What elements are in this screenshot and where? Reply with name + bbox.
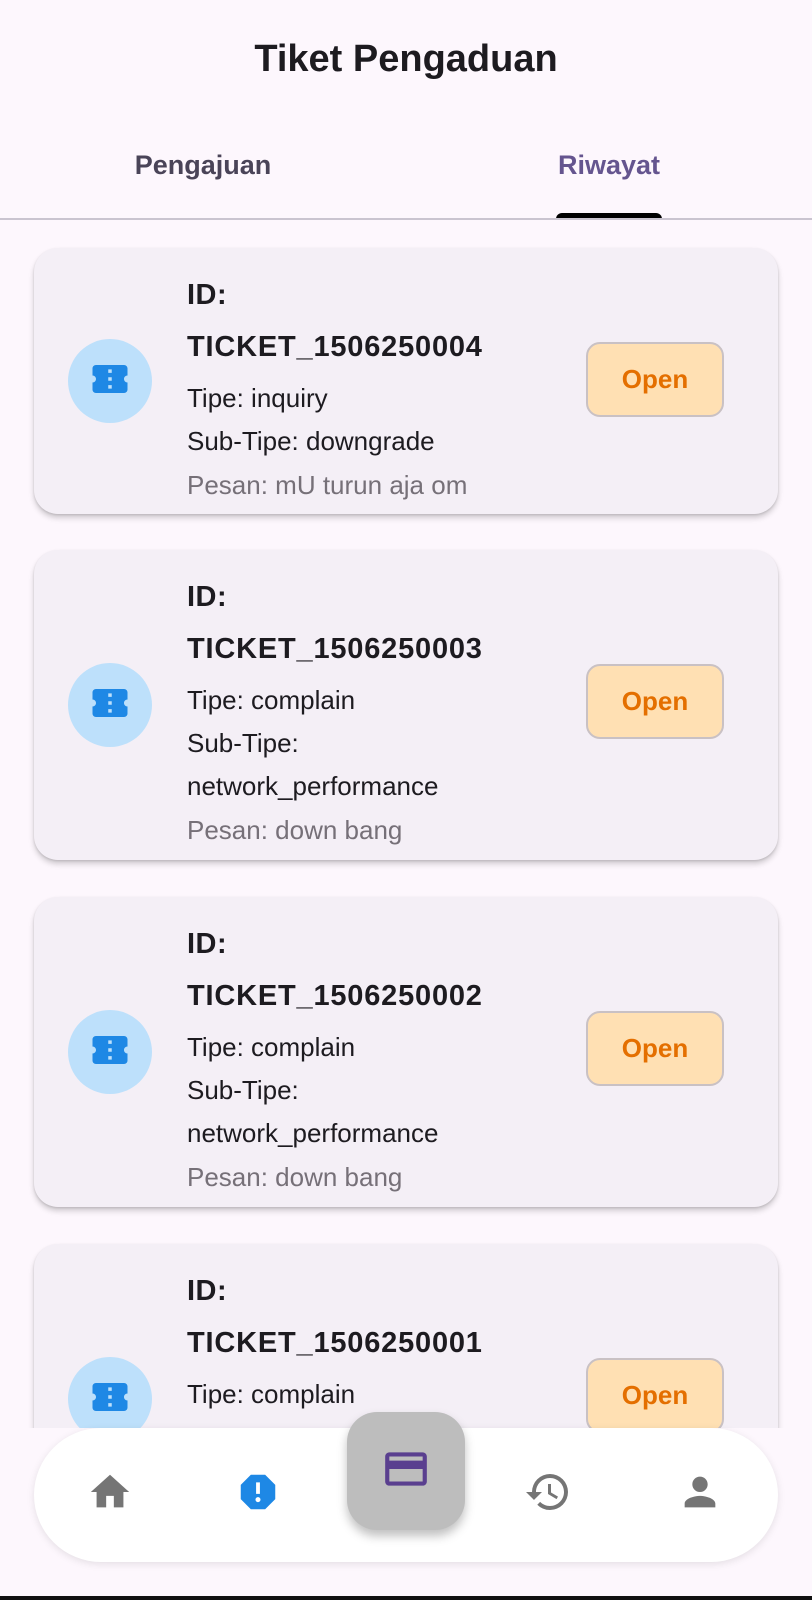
ticket-avatar: [68, 339, 152, 423]
ticket-id: TICKET_1506250003: [187, 633, 483, 665]
payment-fab-button[interactable]: [347, 1412, 465, 1530]
ticket-id: TICKET_1506250001: [187, 1327, 483, 1359]
ticket-type: Tipe: complain: [187, 1379, 356, 1409]
history-icon: [524, 1468, 572, 1521]
ticket-avatar: [68, 663, 152, 747]
ticket-avatar: [68, 1357, 152, 1428]
status-badge[interactable]: Open: [586, 664, 724, 739]
status-badge[interactable]: Open: [586, 1358, 724, 1428]
credit-card-icon: [381, 1444, 431, 1499]
ticket-card[interactable]: ID: TICKET_1506250004 Tipe: inquiry Sub-…: [34, 248, 778, 514]
report-icon: [235, 1469, 281, 1520]
person-icon: [677, 1469, 723, 1520]
ticket-id-label: ID:: [187, 928, 228, 960]
tab-pengajuan[interactable]: Pengajuan: [0, 150, 406, 181]
ticket-card[interactable]: ID: TICKET_1506250001 Tipe: complain Ope…: [34, 1244, 778, 1428]
ticket-subtype: Sub-Tipe:: [187, 1075, 299, 1105]
system-bar-divider: [0, 1596, 812, 1600]
ticket-icon: [89, 1029, 131, 1076]
ticket-list[interactable]: ID: TICKET_1506250004 Tipe: inquiry Sub-…: [0, 220, 812, 1428]
ticket-icon: [89, 358, 131, 405]
ticket-id-label: ID:: [187, 279, 228, 311]
ticket-icon: [89, 1376, 131, 1423]
ticket-type: Tipe: inquiry: [187, 383, 328, 413]
ticket-id: TICKET_1506250002: [187, 980, 483, 1012]
ticket-subtype: Sub-Tipe: downgrade: [187, 426, 435, 456]
ticket-type: Tipe: complain: [187, 685, 356, 715]
status-badge[interactable]: Open: [586, 342, 724, 417]
ticket-avatar: [68, 1010, 152, 1094]
ticket-id: TICKET_1506250004: [187, 331, 483, 363]
nav-history[interactable]: [524, 1470, 572, 1518]
page-title: Tiket Pengaduan: [254, 38, 558, 80]
ticket-subtype-value: network_performance: [187, 771, 439, 801]
nav-home[interactable]: [86, 1470, 134, 1518]
ticket-card[interactable]: ID: TICKET_1506250002 Tipe: complain Sub…: [34, 897, 778, 1207]
tab-bar: Pengajuan Riwayat: [0, 130, 812, 220]
ticket-subtype: Sub-Tipe:: [187, 728, 299, 758]
ticket-id-label: ID:: [187, 1275, 228, 1307]
ticket-message: Pesan: down bang: [187, 1162, 403, 1192]
status-badge[interactable]: Open: [586, 1011, 724, 1086]
ticket-id-label: ID:: [187, 581, 228, 613]
ticket-card[interactable]: ID: TICKET_1506250003 Tipe: complain Sub…: [34, 550, 778, 860]
ticket-message: Pesan: down bang: [187, 815, 403, 845]
nav-report[interactable]: [234, 1470, 282, 1518]
ticket-type: Tipe: complain: [187, 1032, 356, 1062]
nav-profile[interactable]: [676, 1470, 724, 1518]
ticket-icon: [89, 682, 131, 729]
ticket-subtype-value: network_performance: [187, 1118, 439, 1148]
tab-riwayat[interactable]: Riwayat: [406, 150, 812, 181]
ticket-message: Pesan: mU turun aja om: [187, 470, 468, 500]
home-icon: [87, 1469, 133, 1520]
